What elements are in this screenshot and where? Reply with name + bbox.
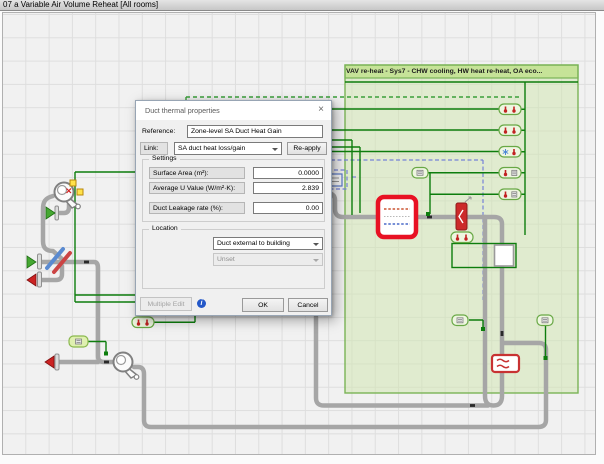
link-combo-value: SA duct heat loss/gain xyxy=(178,145,245,152)
location-secondary-combo: Unset xyxy=(213,253,323,266)
room-unit-icon[interactable] xyxy=(499,189,521,200)
duct-leakage-label: Duct Leakage rate (%): xyxy=(149,202,245,214)
link-combo[interactable]: SA duct heat loss/gain xyxy=(174,142,282,155)
reapply-button[interactable]: Re-apply xyxy=(287,142,327,155)
controller-node-icon[interactable] xyxy=(69,336,88,347)
room-unit-icon[interactable] xyxy=(132,317,154,328)
outside-air-inlet-icon[interactable] xyxy=(27,254,42,269)
controller-node-icon[interactable] xyxy=(412,168,428,179)
controller-node-icon[interactable] xyxy=(452,315,468,326)
zone-box[interactable] xyxy=(495,245,514,266)
chevron-down-icon xyxy=(313,259,319,262)
room-unit-icon[interactable] xyxy=(451,232,473,243)
reference-input[interactable] xyxy=(187,125,323,138)
room-unit-icon[interactable] xyxy=(499,104,521,115)
duct-leakage-value[interactable]: 0.00 xyxy=(253,202,323,214)
cancel-button[interactable]: Cancel xyxy=(288,298,328,312)
chevron-down-icon xyxy=(272,148,278,151)
app-window: 07 a Variable Air Volume Reheat [All roo… xyxy=(0,0,604,464)
room-unit-icon[interactable] xyxy=(499,168,521,179)
chevron-down-icon xyxy=(313,243,319,246)
exhaust-air-outlet-bottom-icon[interactable] xyxy=(45,354,59,370)
ok-button[interactable]: OK xyxy=(242,298,284,312)
multiple-edit-button: Multiple Edit xyxy=(140,297,192,311)
system-region-label: VAV re-heat - Sys7 - CHW cooling, HW hea… xyxy=(346,66,576,77)
reference-label: Reference: xyxy=(142,128,175,135)
location-legend: Location xyxy=(149,225,181,232)
close-icon[interactable]: × xyxy=(318,104,324,115)
vav-unit-icon[interactable] xyxy=(492,355,519,372)
duct-thermal-properties-dialog: Duct thermal properties × Reference: Lin… xyxy=(135,100,332,316)
link-label: Link: xyxy=(140,142,168,155)
u-value-label: Average U Value (W/m²·K): xyxy=(149,182,245,194)
u-value-value[interactable]: 2.839 xyxy=(253,182,323,194)
surface-area-value[interactable]: 0.0000 xyxy=(253,167,323,179)
room-unit-cooling-icon[interactable] xyxy=(499,147,521,158)
location-secondary-value: Unset xyxy=(217,256,235,263)
controller-node-icon[interactable] xyxy=(537,315,553,326)
dialog-title: Duct thermal properties xyxy=(136,101,331,120)
location-combo[interactable]: Duct external to building xyxy=(213,237,323,250)
location-combo-value: Duct external to building xyxy=(217,240,290,247)
exhaust-air-outlet-icon[interactable] xyxy=(27,272,42,287)
room-unit-icon[interactable] xyxy=(499,125,521,136)
damper-icon[interactable] xyxy=(46,206,59,220)
surface-area-label: Surface Area (m²): xyxy=(149,167,245,179)
settings-legend: Settings xyxy=(149,155,180,162)
info-icon[interactable]: i xyxy=(197,299,206,308)
selected-duct-heat-gain-component[interactable] xyxy=(378,197,416,237)
